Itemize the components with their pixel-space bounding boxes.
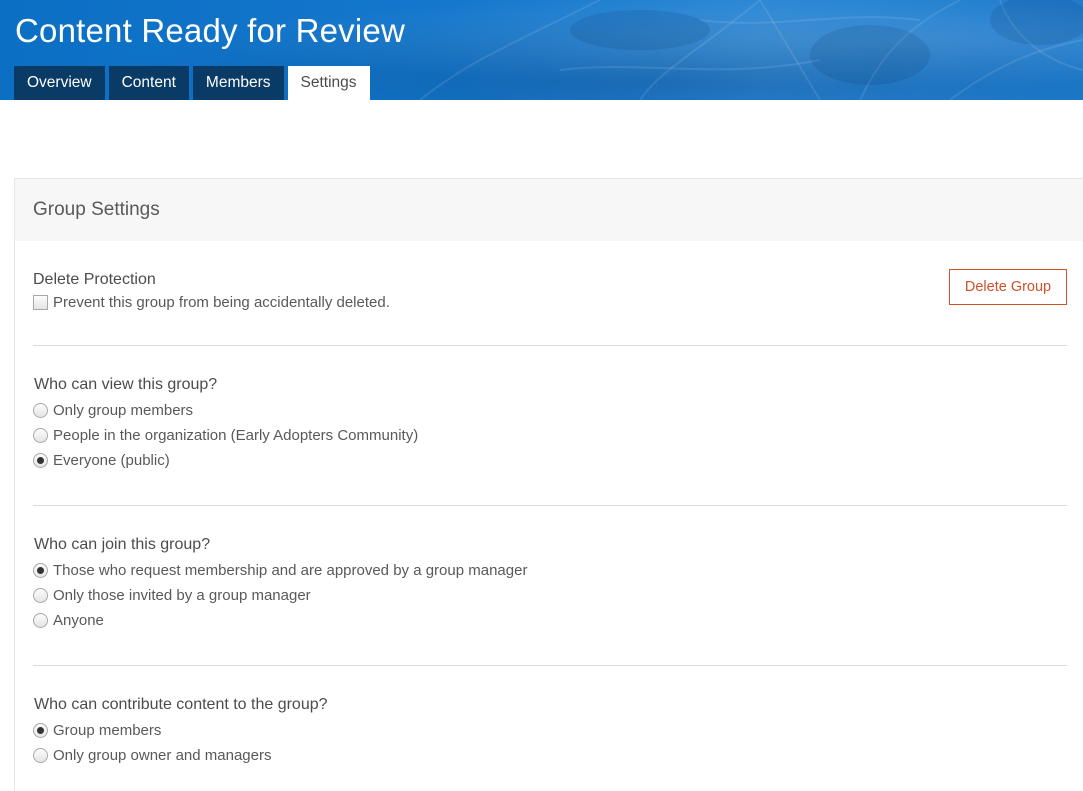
contribute-radio-owners[interactable] xyxy=(33,748,48,763)
tab-members[interactable]: Members xyxy=(192,66,284,100)
contribute-radio-members[interactable] xyxy=(33,723,48,738)
join-radio-request[interactable] xyxy=(33,563,48,578)
view-option-organization[interactable]: People in the organization (Early Adopte… xyxy=(33,423,1067,448)
join-option-label: Anyone xyxy=(53,612,104,629)
join-option-label: Only those invited by a group manager xyxy=(53,587,311,604)
join-title: Who can join this group? xyxy=(34,536,211,553)
join-option-request[interactable]: Those who request membership and are app… xyxy=(33,558,1067,583)
contribute-title: Who can contribute content to the group? xyxy=(34,696,328,713)
delete-protection-checkbox[interactable] xyxy=(33,295,48,310)
join-option-invited[interactable]: Only those invited by a group manager xyxy=(33,583,1067,608)
group-tabs: Overview Content Members Settings xyxy=(14,66,374,100)
group-settings-panel: Group Settings Delete Protection Prevent… xyxy=(14,178,1083,791)
page-title: Content Ready for Review xyxy=(15,12,405,49)
view-radio-everyone[interactable] xyxy=(33,453,48,468)
view-option-label: Only group members xyxy=(53,402,194,419)
view-radio-organization[interactable] xyxy=(33,428,48,443)
delete-protection-label: Prevent this group from being accidental… xyxy=(53,294,390,311)
view-option-group-members[interactable]: Only group members xyxy=(33,398,1067,423)
view-option-label: Everyone (public) xyxy=(53,452,170,469)
view-radio-group-members[interactable] xyxy=(33,403,48,418)
view-section: Who can view this group? Only group memb… xyxy=(33,346,1067,506)
view-option-label: People in the organization (Early Adopte… xyxy=(53,427,419,444)
join-option-label: Those who request membership and are app… xyxy=(53,562,528,579)
delete-protection-title: Delete Protection xyxy=(33,271,156,288)
join-option-anyone[interactable]: Anyone xyxy=(33,608,1067,633)
contribute-option-label: Only group owner and managers xyxy=(53,747,272,764)
delete-protection-section: Delete Protection Prevent this group fro… xyxy=(33,241,1067,346)
contribute-option-owners[interactable]: Only group owner and managers xyxy=(33,743,1067,768)
delete-protection-option[interactable]: Prevent this group from being accidental… xyxy=(33,290,1067,315)
group-settings-title: Group Settings xyxy=(15,179,1083,241)
join-radio-anyone[interactable] xyxy=(33,613,48,628)
tab-overview[interactable]: Overview xyxy=(14,66,105,100)
contribute-section: Who can contribute content to the group?… xyxy=(33,666,1067,786)
tab-content[interactable]: Content xyxy=(108,66,189,100)
delete-group-button[interactable]: Delete Group xyxy=(949,269,1067,305)
contribute-option-members[interactable]: Group members xyxy=(33,718,1067,743)
view-title: Who can view this group? xyxy=(34,376,218,393)
view-option-everyone[interactable]: Everyone (public) xyxy=(33,448,1067,473)
join-radio-invited[interactable] xyxy=(33,588,48,603)
group-header: Content Ready for Review Overview Conten… xyxy=(0,0,1083,100)
contribute-option-label: Group members xyxy=(53,722,162,739)
join-section: Who can join this group? Those who reque… xyxy=(33,506,1067,666)
tab-settings[interactable]: Settings xyxy=(287,66,370,100)
